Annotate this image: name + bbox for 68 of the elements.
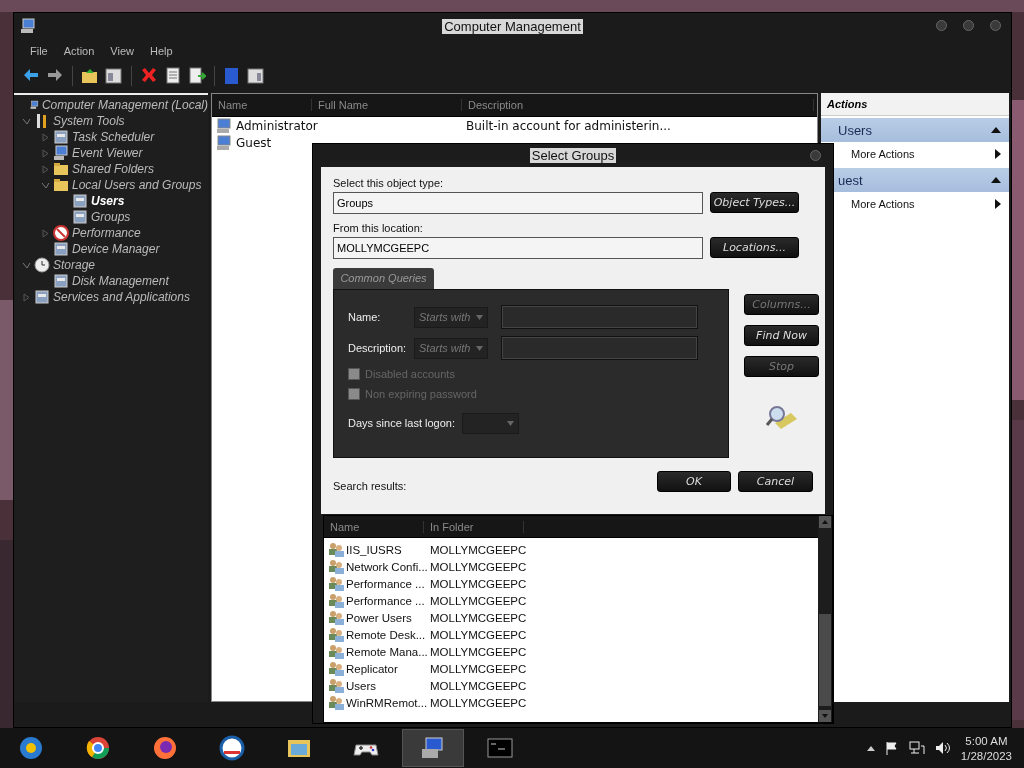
locations-button[interactable]: Locations...	[710, 237, 799, 259]
tree-item[interactable]: Shared Folders	[72, 162, 155, 176]
column-header[interactable]: Description	[462, 99, 814, 111]
object-type-field[interactable]: Groups	[333, 191, 703, 214]
user-description: Built-in account for administerin...	[466, 118, 671, 133]
field-label: Name:	[348, 311, 382, 324]
column-header[interactable]: Name	[324, 520, 424, 533]
group-folder: MOLLYMCGEEPC	[430, 543, 527, 556]
query-tab[interactable]: Common Queries	[333, 267, 434, 289]
tree-item[interactable]: Task Scheduler	[72, 130, 155, 144]
user-name[interactable]: Administrator	[236, 118, 318, 133]
section-header[interactable]: Users	[821, 118, 1009, 142]
tree-item[interactable]: Storage	[53, 258, 96, 272]
field-label: From this location:	[333, 221, 424, 234]
group-folder: MOLLYMCGEEPC	[430, 577, 527, 590]
group-name[interactable]: WinRMRemot...	[346, 696, 428, 709]
group-name[interactable]: IIS_IUSRS	[346, 543, 402, 556]
window-title: Computer Management	[442, 19, 583, 34]
group-folder: MOLLYMCGEEPC	[430, 645, 527, 658]
actions-title: Actions	[821, 93, 1009, 116]
menu-item[interactable]: Help	[141, 45, 181, 57]
object-types-button[interactable]: Object Types...	[710, 192, 799, 214]
group-name[interactable]: Performance ...	[346, 577, 425, 590]
filter-dropdown[interactable]: Starts with	[414, 337, 488, 359]
column-header[interactable]: Name	[212, 99, 312, 111]
dialog-title: Select Groups	[529, 147, 617, 163]
field-label: Days since last logon:	[348, 417, 456, 430]
tree-item[interactable]: Groups	[91, 210, 131, 224]
group-name[interactable]: Remote Desk...	[346, 628, 426, 641]
group-name[interactable]: Power Users	[346, 611, 412, 624]
menu-item[interactable]: File	[22, 45, 56, 57]
field-label: Select this object type:	[333, 176, 445, 189]
user-name[interactable]: Guest	[236, 135, 272, 150]
group-name[interactable]: Replicator	[346, 662, 398, 675]
group-folder: MOLLYMCGEEPC	[430, 611, 527, 624]
group-name[interactable]: Performance ...	[346, 594, 425, 607]
checkbox-label: Non expiring password	[365, 387, 477, 400]
group-name[interactable]: Network Confi...	[346, 560, 428, 573]
column-header[interactable]: Full Name	[312, 99, 462, 111]
tree-item[interactable]: Users	[91, 194, 125, 208]
group-folder: MOLLYMCGEEPC	[430, 594, 527, 607]
tree-item[interactable]: System Tools	[53, 114, 125, 128]
cancel-button[interactable]: Cancel	[738, 470, 813, 492]
tree-item[interactable]: Services and Applications	[53, 290, 190, 304]
group-name[interactable]: Remote Mana...	[346, 645, 428, 658]
results-label: Search results:	[333, 479, 407, 492]
group-name[interactable]: Users	[346, 679, 377, 692]
menu-item[interactable]: View	[102, 45, 142, 57]
tree-item[interactable]: Event Viewer	[72, 146, 143, 160]
column-header[interactable]: In Folder	[424, 520, 524, 533]
tree-item[interactable]: Performance	[72, 226, 141, 240]
dialog-button[interactable]: Find Now	[744, 324, 819, 346]
field-label: Description:	[348, 342, 408, 355]
group-folder: MOLLYMCGEEPC	[430, 560, 527, 573]
menu-item[interactable]: Action	[55, 45, 103, 57]
tree-item[interactable]: Local Users and Groups	[72, 178, 202, 192]
filter-dropdown[interactable]: Starts with	[414, 306, 488, 328]
location-field[interactable]: MOLLYMCGEEPC	[333, 236, 703, 259]
group-folder: MOLLYMCGEEPC	[430, 662, 527, 675]
checkbox-label: Disabled accounts	[365, 367, 455, 380]
tree-item[interactable]: Device Manager	[72, 242, 160, 256]
tree-item[interactable]: Disk Management	[72, 274, 169, 288]
group-folder: MOLLYMCGEEPC	[430, 696, 527, 709]
ok-button[interactable]: OK	[657, 470, 731, 492]
clock[interactable]: 5:00 AM 1/28/2023	[960, 734, 1012, 762]
group-folder: MOLLYMCGEEPC	[430, 628, 527, 641]
tree-item[interactable]: Computer Management (Local)	[41, 98, 208, 112]
group-folder: MOLLYMCGEEPC	[430, 679, 527, 692]
